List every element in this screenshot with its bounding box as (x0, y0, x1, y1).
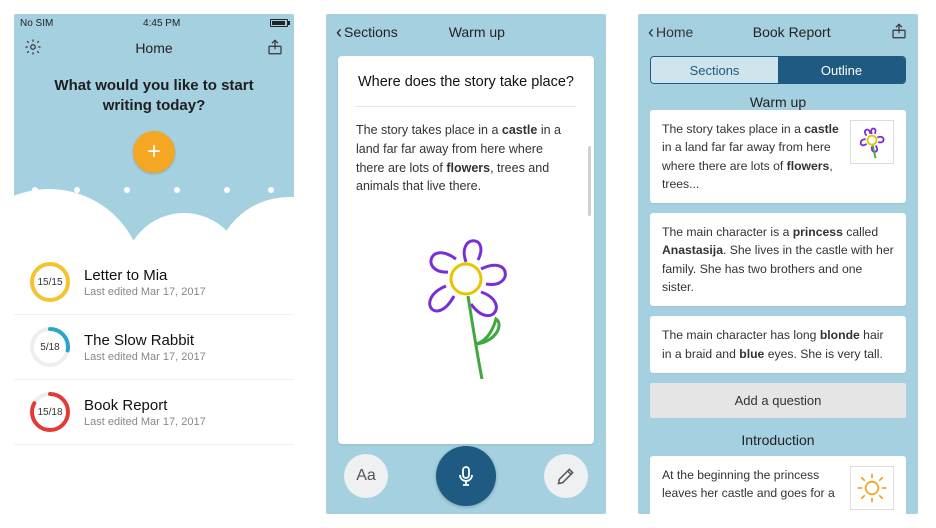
outline-entry[interactable]: The main character has long blonde hair … (650, 316, 906, 373)
page-title: Book Report (753, 24, 831, 40)
view-segmented-control: Sections Outline (650, 56, 906, 84)
document-row[interactable]: 15/15 Letter to Mia Last edited Mar 17, 20… (14, 250, 294, 315)
story-text[interactable]: The story takes place in a castle in a l… (356, 121, 576, 196)
document-row[interactable]: 15/18 Book Report Last edited Mar 17, 2017 (14, 380, 294, 445)
document-title: Book Report (84, 397, 206, 414)
share-button[interactable] (890, 22, 908, 43)
status-right (270, 19, 288, 27)
document-row[interactable]: 5/18 The Slow Rabbit Last edited Mar 17, 2… (14, 315, 294, 380)
flower-drawing (396, 224, 536, 384)
dictate-button[interactable] (436, 446, 496, 506)
settings-button[interactable] (24, 38, 42, 59)
document-title: The Slow Rabbit (84, 332, 206, 349)
document-title: Letter to Mia (84, 267, 206, 284)
entry-thumbnail (850, 466, 894, 510)
scrollbar[interactable] (588, 146, 591, 216)
clock-label: 4:45 PM (143, 18, 180, 29)
outline-entry[interactable]: At the beginning the princess leaves her… (650, 456, 906, 514)
navbar: ‹ Home Book Report (638, 14, 918, 50)
carrier-label: No SIM (20, 18, 53, 29)
progress-label: 15/18 (30, 392, 70, 432)
home-screen: No SIM 4:45 PM Home What would you like … (14, 14, 294, 514)
draw-button[interactable] (544, 454, 588, 498)
clouds-decoration (14, 183, 294, 239)
status-bar: No SIM 4:45 PM (14, 14, 294, 30)
page-title: Warm up (358, 24, 596, 40)
bottom-toolbar: Aa (326, 446, 606, 506)
documents-list: 15/15 Letter to Mia Last edited Mar 17, 20… (14, 244, 294, 514)
entry-thumbnail (850, 120, 894, 164)
entry-text: The main character has long blonde hair … (662, 326, 894, 363)
back-button[interactable]: ‹ Home (648, 23, 693, 41)
outline-screen: ‹ Home Book Report Sections Outline Warm… (638, 14, 918, 514)
progress-ring: 15/18 (30, 392, 70, 432)
section-heading: Introduction (650, 432, 906, 448)
warmup-screen: ‹ Sections Warm up Where does the story … (326, 14, 606, 514)
microphone-icon (454, 464, 478, 488)
document-meta: The Slow Rabbit Last edited Mar 17, 2017 (84, 332, 206, 363)
outline-scroll[interactable]: The story takes place in a castle in a l… (638, 110, 918, 514)
back-label: Home (656, 24, 693, 40)
entry-text: At the beginning the princess leaves her… (662, 466, 842, 503)
add-question-button[interactable]: Add a question (650, 383, 906, 418)
page-title: Home (42, 40, 266, 56)
progress-ring: 15/15 (30, 262, 70, 302)
brush-icon (556, 466, 576, 486)
chevron-left-icon: ‹ (336, 23, 342, 41)
navbar: Home (14, 30, 294, 66)
entry-text: The main character is a princess called … (662, 223, 894, 296)
drawing-area[interactable] (356, 224, 576, 384)
divider (356, 106, 576, 107)
document-meta: Letter to Mia Last edited Mar 17, 2017 (84, 267, 206, 298)
prompt-question: Where does the story take place? (356, 74, 576, 90)
document-subtitle: Last edited Mar 17, 2017 (84, 416, 206, 428)
document-subtitle: Last edited Mar 17, 2017 (84, 286, 206, 298)
outline-entry[interactable]: The story takes place in a castle in a l… (650, 110, 906, 203)
navbar: ‹ Sections Warm up (326, 14, 606, 50)
new-document-button[interactable]: + (133, 131, 175, 173)
document-meta: Book Report Last edited Mar 17, 2017 (84, 397, 206, 428)
prompt-card: Where does the story take place? The sto… (338, 56, 594, 444)
progress-label: 5/18 (30, 327, 70, 367)
share-button[interactable] (266, 38, 284, 59)
share-icon (890, 22, 908, 40)
share-icon (266, 38, 284, 56)
entry-text: The story takes place in a castle in a l… (662, 120, 842, 193)
progress-ring: 5/18 (30, 327, 70, 367)
gear-icon (24, 38, 42, 56)
outline-entry[interactable]: The main character is a princess called … (650, 213, 906, 306)
battery-icon (270, 19, 288, 27)
text-style-button[interactable]: Aa (344, 454, 388, 498)
text-icon: Aa (356, 467, 376, 485)
tab-sections[interactable]: Sections (651, 57, 778, 83)
hero-question: What would you like to start writing tod… (14, 66, 294, 131)
tab-outline[interactable]: Outline (778, 57, 905, 83)
progress-label: 15/15 (30, 262, 70, 302)
section-heading: Warm up (638, 94, 918, 110)
document-subtitle: Last edited Mar 17, 2017 (84, 351, 206, 363)
plus-icon: + (147, 138, 161, 166)
chevron-left-icon: ‹ (648, 23, 654, 41)
